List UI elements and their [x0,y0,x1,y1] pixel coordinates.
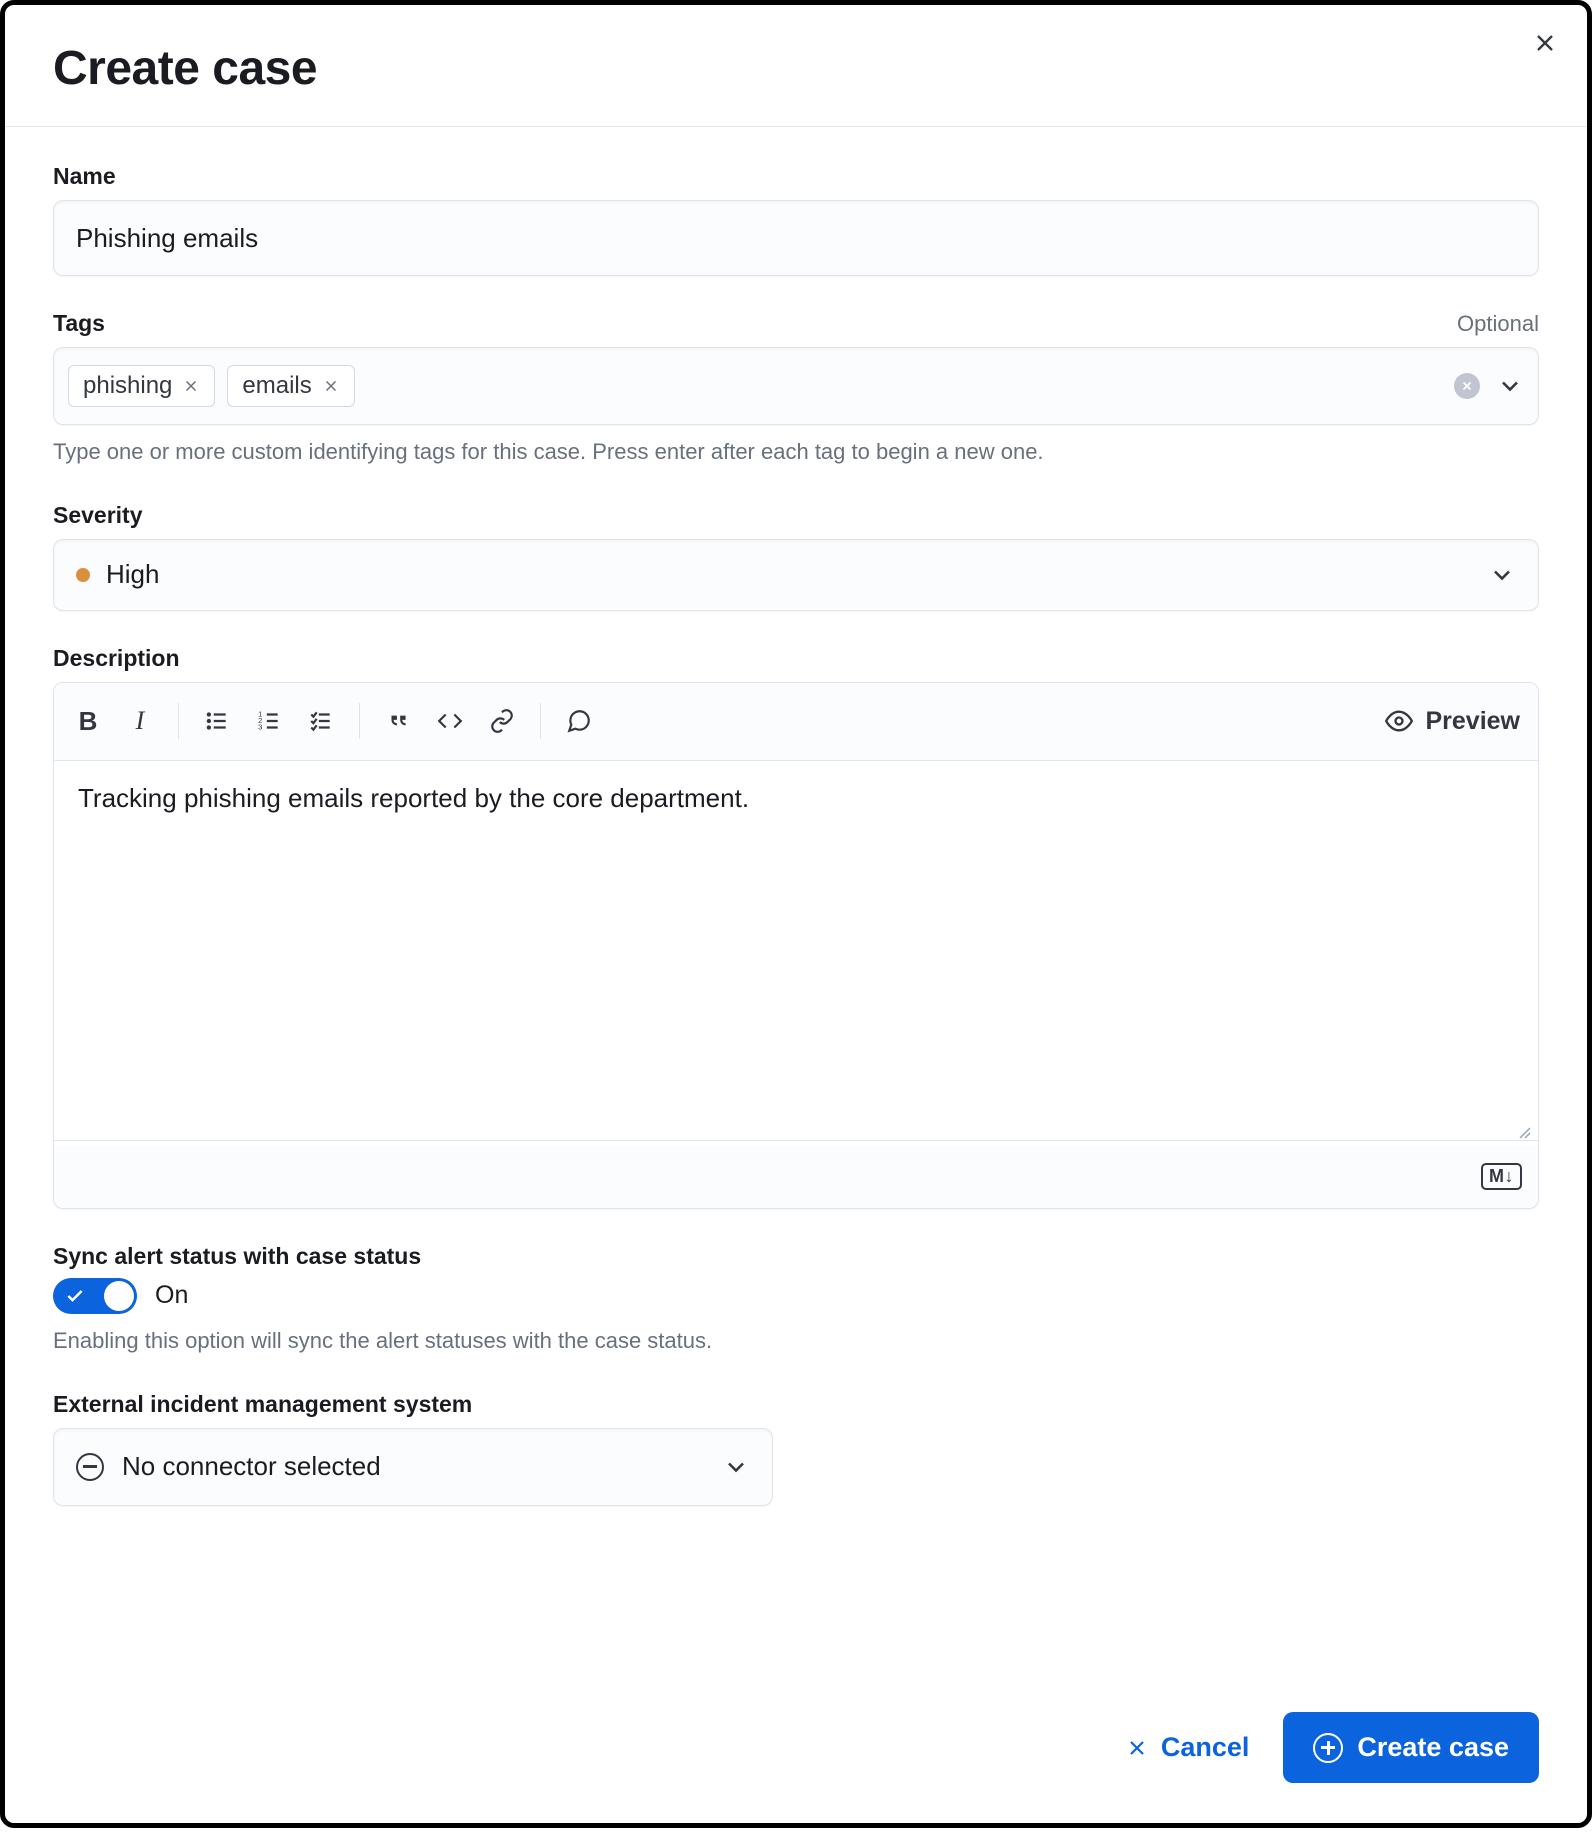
sync-help: Enabling this option will sync the alert… [53,1326,1539,1357]
checklist-icon[interactable] [305,705,337,737]
code-icon[interactable] [434,705,466,737]
modal-title: Create case [53,41,317,96]
remove-tag-icon[interactable] [322,377,340,395]
check-icon [65,1286,85,1306]
sync-state: On [155,1281,188,1310]
tags-optional: Optional [1457,311,1539,337]
link-icon[interactable] [486,705,518,737]
tag-text: phishing [83,372,172,400]
remove-tag-icon[interactable] [182,377,200,395]
description-label: Description [53,645,180,672]
cancel-button[interactable]: Cancel [1119,1720,1256,1775]
chevron-down-icon [722,1453,750,1481]
plus-circle-icon [1313,1733,1343,1763]
sync-label: Sync alert status with case status [53,1243,421,1270]
tags-input[interactable]: phishing emails [53,347,1539,425]
tags-label: Tags [53,310,105,337]
severity-select[interactable]: High [53,539,1539,611]
tag-pill: phishing [68,365,215,407]
submit-label: Create case [1357,1732,1509,1763]
italic-icon[interactable]: I [124,705,156,737]
description-field: Description B I 123 [53,645,1539,1209]
quote-icon[interactable] [382,705,414,737]
create-case-button[interactable]: Create case [1283,1712,1539,1783]
bullet-list-icon[interactable] [201,705,233,737]
ordered-list-icon[interactable]: 123 [253,705,285,737]
connector-field: External incident management system No c… [53,1391,1539,1506]
chevron-down-icon [1488,561,1516,589]
eye-icon [1385,707,1413,735]
modal-header: Create case [5,5,1587,127]
description-editor: B I 123 [53,682,1539,1209]
severity-value: High [106,559,159,590]
modal-footer: Cancel Create case [5,1692,1587,1823]
sync-toggle[interactable] [53,1278,137,1314]
severity-dot-icon [76,568,90,582]
tag-pill: emails [227,365,354,407]
tag-text: emails [242,372,311,400]
svg-text:3: 3 [258,723,262,732]
tags-field: Tags Optional phishing emails [53,310,1539,468]
chevron-down-icon[interactable] [1496,372,1524,400]
connector-value: No connector selected [122,1451,381,1482]
preview-button[interactable]: Preview [1385,707,1520,736]
create-case-modal: Create case Name Tags Optional phishing [0,0,1592,1828]
editor-footer: M↓ [54,1146,1538,1208]
resize-handle-icon[interactable] [1516,1124,1532,1140]
name-label: Name [53,163,116,190]
preview-label: Preview [1425,707,1520,736]
severity-label: Severity [53,502,143,529]
name-field: Name [53,163,1539,276]
connector-select[interactable]: No connector selected [53,1428,773,1506]
sync-field: Sync alert status with case status On En… [53,1243,1539,1357]
clear-tags-icon[interactable] [1454,373,1480,399]
name-input[interactable] [53,200,1539,276]
close-icon[interactable] [1531,29,1559,57]
cancel-label: Cancel [1161,1732,1250,1763]
no-connector-icon [76,1453,104,1481]
severity-field: Severity High [53,502,1539,611]
modal-body: Name Tags Optional phishing emails [5,127,1587,1692]
editor-toolbar: B I 123 [54,683,1538,761]
connector-label: External incident management system [53,1391,472,1418]
comment-icon[interactable] [563,705,595,737]
markdown-icon: M↓ [1481,1163,1522,1190]
tags-help: Type one or more custom identifying tags… [53,437,1539,468]
close-icon [1125,1736,1149,1760]
description-textarea[interactable] [54,761,1538,1141]
bold-icon[interactable]: B [72,705,104,737]
